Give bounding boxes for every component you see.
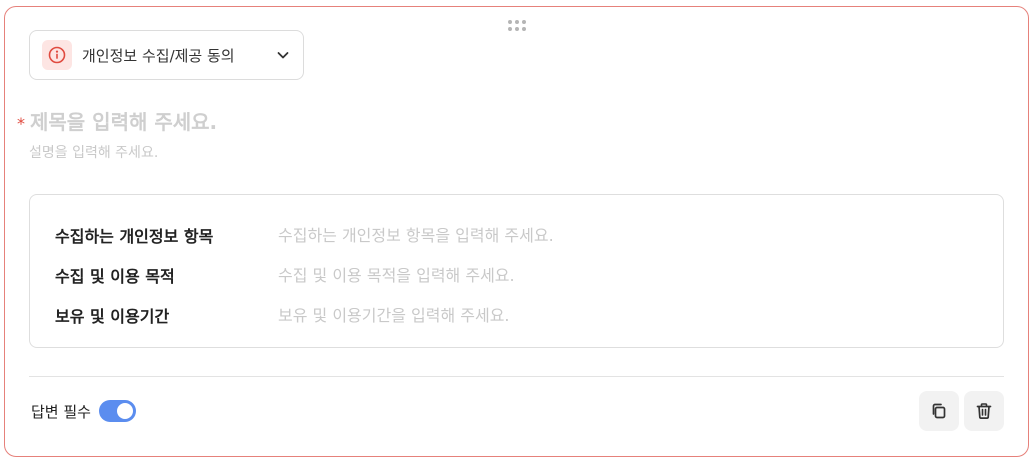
question-type-label: 개인정보 수집/제공 동의 (82, 46, 235, 65)
privacy-items-box: 수집하는 개인정보 항목 수집 및 이용 목적 보유 및 이용기간 (29, 194, 1004, 348)
required-marker: * (17, 114, 25, 133)
question-type-select[interactable]: 개인정보 수집/제공 동의 (29, 30, 304, 80)
required-toggle-row: 답변 필수 (31, 400, 136, 422)
privacy-item-label: 수집 및 이용 목적 (55, 267, 175, 286)
trash-icon (976, 403, 992, 419)
question-title-input[interactable] (30, 110, 630, 134)
privacy-item-row: 수집하는 개인정보 항목 (55, 215, 1003, 255)
delete-button[interactable] (964, 391, 1004, 431)
duplicate-button[interactable] (919, 391, 959, 431)
privacy-item-row: 보유 및 이용기간 (55, 295, 1003, 335)
toggle-knob (116, 403, 133, 419)
privacy-item-label: 수집하는 개인정보 항목 (55, 227, 214, 246)
privacy-item-input[interactable] (278, 225, 928, 245)
drag-handle-icon[interactable] (508, 20, 526, 34)
privacy-item-row: 수집 및 이용 목적 (55, 255, 1003, 295)
footer-divider (29, 376, 1004, 377)
required-toggle[interactable] (98, 400, 136, 422)
info-icon (42, 40, 72, 70)
copy-icon (932, 403, 946, 419)
privacy-consent-question-card: 개인정보 수집/제공 동의 * 수집하는 개인정보 항목 수집 및 이용 목적 … (4, 6, 1029, 457)
chevron-down-icon (277, 52, 289, 59)
title-row: * (17, 110, 630, 134)
question-description-input[interactable] (29, 145, 629, 161)
required-toggle-label: 답변 필수 (31, 402, 91, 421)
privacy-item-input[interactable] (278, 305, 928, 325)
privacy-item-label: 보유 및 이용기간 (55, 307, 170, 326)
privacy-item-input[interactable] (278, 265, 928, 285)
